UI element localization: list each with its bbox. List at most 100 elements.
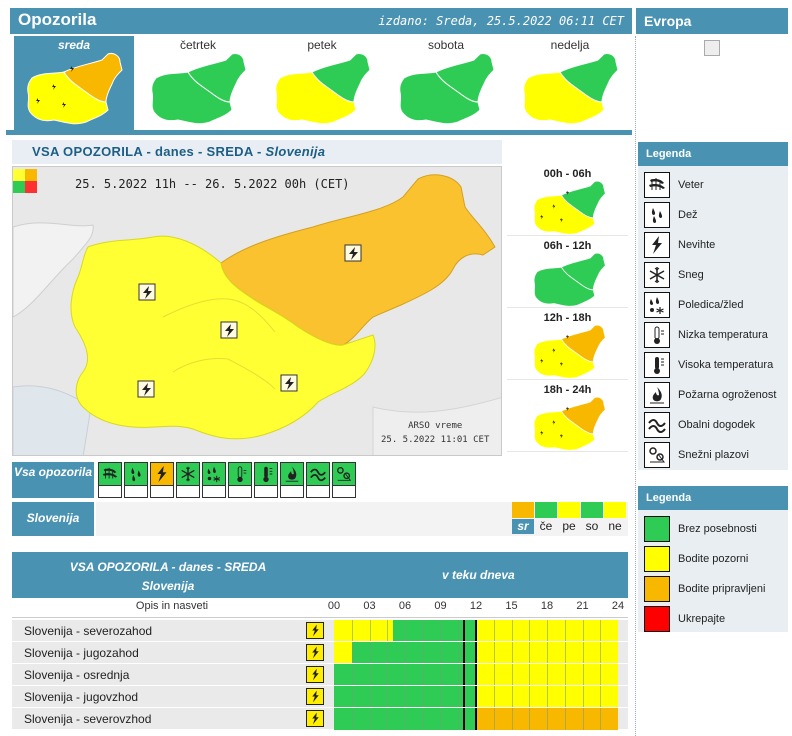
day-tab-4[interactable]: nedelja: [510, 36, 630, 130]
current-time-marker: [475, 686, 477, 708]
hour-tick-label: 24: [611, 600, 625, 612]
filter-high-temperature-icon[interactable]: [254, 462, 278, 486]
region-filter[interactable]: Slovenija: [12, 502, 94, 536]
high-temperature-icon: [644, 352, 670, 378]
time-slot-1[interactable]: 06h - 12h: [507, 238, 628, 308]
filter-coastal-icon[interactable]: [306, 462, 330, 486]
timeline-tick: [405, 708, 406, 730]
mini-day-label[interactable]: ne: [604, 519, 626, 534]
region-name[interactable]: Slovenija - jugovzhod: [24, 690, 138, 704]
mini-day-color[interactable]: [604, 502, 626, 518]
filter-thunderstorm-icon[interactable]: [150, 462, 174, 486]
legend-item-label: Poledica/žled: [678, 299, 744, 311]
legend-item-label: Nizka temperatura: [678, 329, 768, 341]
mini-day-color[interactable]: [558, 502, 580, 518]
time-slot-2[interactable]: 12h - 18h: [507, 310, 628, 380]
region-name[interactable]: Slovenija - severozahod: [24, 624, 152, 638]
timeline-tick: [564, 642, 566, 664]
hour-tick-label: 21: [576, 600, 589, 612]
timeline-tick: [351, 620, 353, 642]
filter-snow-icon[interactable]: [176, 462, 200, 486]
table-title-line1: VSA OPOZORILA - danes - SREDA: [69, 560, 267, 574]
table-title-line2: Slovenija: [141, 579, 195, 593]
thunderstorm-icon[interactable]: [306, 622, 324, 639]
main-title-region: Slovenija: [265, 144, 326, 159]
timeline-tick: [440, 664, 442, 686]
europe-header[interactable]: Evropa: [636, 8, 788, 34]
mini-day-label[interactable]: sr: [512, 519, 534, 534]
filter-icon-base: [332, 486, 356, 498]
filter-fire-icon[interactable]: [280, 462, 304, 486]
timeline-tick: [564, 664, 566, 686]
fire-icon: [644, 382, 670, 408]
issued-timestamp: izdano: Sreda, 25.5.2022 06:11 CET: [378, 14, 624, 28]
day-tab-0[interactable]: sreda: [14, 36, 134, 130]
mini-day-color[interactable]: [581, 502, 603, 518]
table-row[interactable]: Slovenija - severovzhod: [12, 707, 628, 730]
legend-item-label: Snežni plazovi: [678, 449, 749, 461]
table-row[interactable]: Slovenija - osrednja: [12, 663, 628, 686]
table-row[interactable]: Slovenija - jugozahod: [12, 641, 628, 664]
timeline-tick: [582, 708, 584, 730]
thunderstorm-icon[interactable]: [306, 688, 324, 705]
timeline-tick: [422, 642, 424, 664]
region-label[interactable]: Slovenija: [12, 511, 94, 525]
color-legend-label: Bodite pozorni: [678, 553, 749, 565]
thunderstorm-icon: [220, 321, 238, 339]
time-slot-0[interactable]: 00h - 06h: [507, 166, 628, 236]
day-tab-label: sobota: [427, 38, 465, 52]
day-tab-2[interactable]: petek: [262, 36, 382, 130]
timeline-tick: [493, 708, 495, 730]
mini-day-label[interactable]: pe: [558, 519, 580, 534]
hour-tick-label: 03: [363, 600, 376, 612]
map-credit: ARSO vreme 25. 5.2022 11:01 CET: [381, 419, 489, 447]
region-name[interactable]: Slovenija - osrednja: [24, 668, 129, 682]
filter-low-temperature-icon[interactable]: [228, 462, 252, 486]
mini-day-color[interactable]: [535, 502, 557, 518]
timeline-segment: [334, 642, 352, 664]
color-legend-label: Ukrepajte: [678, 613, 726, 625]
region-name[interactable]: Slovenija - jugozahod: [24, 646, 139, 660]
filter-rain-icon[interactable]: [124, 462, 148, 486]
legend-title: Legenda: [646, 148, 692, 160]
table-row[interactable]: Slovenija - jugovzhod: [12, 685, 628, 708]
map-credit-time: 25. 5.2022 11:01 CET: [381, 435, 490, 445]
thunderstorm-icon[interactable]: [306, 666, 324, 683]
day-tab-1[interactable]: četrtek: [138, 36, 258, 130]
time-slot-3[interactable]: 18h - 24h: [507, 382, 628, 452]
legend-item-label: Sneg: [678, 269, 704, 281]
filter-avalanche-icon[interactable]: [332, 462, 356, 486]
filter-icon-base: [254, 486, 278, 498]
timeline-tick: [529, 686, 531, 708]
timeline-tick: [458, 664, 460, 686]
legend-item-label: Nevihte: [678, 239, 716, 251]
timeline-tick: [493, 620, 495, 642]
timeline-tick: [511, 708, 513, 730]
filter-icon-base: [202, 486, 226, 498]
day-tab-3[interactable]: sobota: [386, 36, 506, 130]
filter-wind-icon[interactable]: [98, 462, 122, 486]
timeline-tick: [582, 664, 584, 686]
timeline-tick: [422, 664, 424, 686]
all-warnings-label[interactable]: Vsa opozorila: [12, 466, 94, 479]
region-name[interactable]: Slovenija - severovzhod: [24, 712, 151, 726]
warning-type-strip: [96, 462, 358, 498]
thunderstorm-icon[interactable]: [306, 644, 324, 661]
thunderstorm-icon[interactable]: [306, 710, 324, 727]
current-time-marker: [463, 620, 466, 642]
filter-ice-icon[interactable]: [202, 462, 226, 486]
timeline-tick: [351, 642, 353, 664]
europe-title[interactable]: Evropa: [644, 13, 691, 29]
timeline-table-header: VSA OPOZORILA - danes - SREDA Slovenija …: [12, 552, 628, 598]
all-warnings-filter[interactable]: Vsa opozorila: [12, 462, 94, 498]
europe-map-broken-image-icon[interactable]: [704, 40, 720, 56]
hour-tick-label: 06: [398, 600, 412, 612]
mini-day-color[interactable]: [512, 502, 534, 518]
mini-day-label[interactable]: če: [535, 519, 557, 534]
timeline-bar: [334, 708, 618, 730]
timeline-bar: [334, 642, 618, 664]
warning-map[interactable]: 25. 5.2022 11h -- 26. 5.2022 00h (CET) A…: [12, 166, 502, 456]
timeline-tick: [422, 708, 424, 730]
mini-day-label[interactable]: so: [581, 519, 603, 534]
table-row[interactable]: Slovenija - severozahod: [12, 619, 628, 642]
